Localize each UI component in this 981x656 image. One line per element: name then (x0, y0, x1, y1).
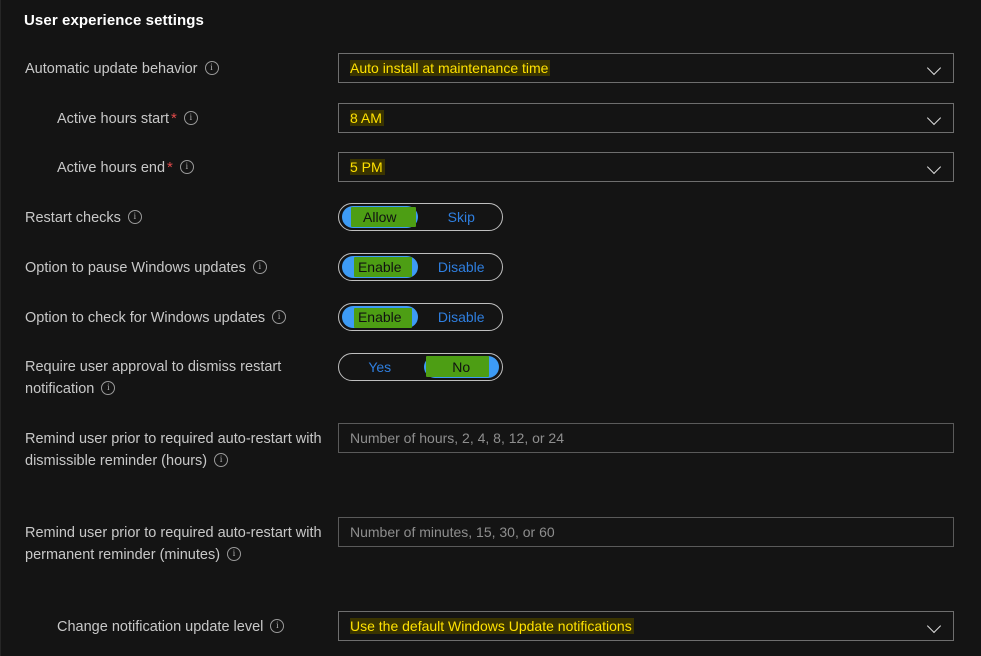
label-text: Option to pause Windows updates (25, 260, 246, 276)
page-title: User experience settings (24, 12, 204, 29)
info-circle-icon[interactable] (183, 111, 198, 125)
toggle-require-user-approval[interactable]: Yes No (338, 353, 503, 381)
label-restart-checks: Restart checks (25, 207, 325, 229)
segment-label: Disable (437, 259, 485, 275)
chevron-down-icon (927, 60, 943, 76)
toggle-option-to-check-for-windows-updates[interactable]: Enable Disable (338, 303, 503, 331)
label-text: Active hours end (57, 160, 166, 176)
info-circle-icon[interactable] (127, 210, 142, 224)
segment-option-skip[interactable]: Skip (424, 206, 500, 228)
segment-option-disable[interactable]: Disable (424, 306, 500, 328)
dropdown-value: Auto install at maintenance time (350, 60, 927, 76)
toggle-restart-checks[interactable]: Allow Skip (338, 203, 503, 231)
dropdown-change-notification-update-level[interactable]: Use the default Windows Update notificat… (338, 611, 954, 641)
input-remind-user-permanent-reminder-minutes[interactable]: Number of minutes, 15, 30, or 60 (338, 517, 954, 547)
info-circle-icon[interactable] (179, 160, 194, 174)
dropdown-value: Use the default Windows Update notificat… (350, 618, 927, 634)
info-circle-icon[interactable] (227, 547, 242, 561)
dropdown-value-text: Auto install at maintenance time (350, 60, 549, 76)
segment-label: Yes (368, 359, 392, 375)
segment-label: Enable (357, 309, 402, 325)
input-remind-user-dismissible-reminder-hours[interactable]: Number of hours, 2, 4, 8, 12, or 24 (338, 423, 954, 453)
label-require-user-approval-to-dismiss-restart-notification: Require user approval to dismiss restart… (25, 356, 325, 400)
segment-label: Enable (357, 259, 402, 275)
segment-label: Skip (447, 209, 475, 225)
info-circle-icon[interactable] (272, 310, 287, 324)
info-circle-icon[interactable] (252, 260, 267, 274)
dropdown-value: 8 AM (350, 110, 927, 126)
segment-label: Allow (363, 209, 397, 225)
label-active-hours-start: Active hours start * (57, 108, 325, 130)
label-text: Remind user prior to required auto-resta… (25, 525, 322, 563)
info-circle-icon[interactable] (101, 381, 116, 395)
segment-label: Disable (437, 309, 485, 325)
label-change-notification-update-level: Change notification update level (57, 616, 325, 638)
dropdown-active-hours-start[interactable]: 8 AM (338, 103, 954, 133)
label-text: Restart checks (25, 210, 121, 226)
label-automatic-update-behavior: Automatic update behavior (25, 58, 325, 80)
dropdown-value-text: 8 AM (350, 110, 382, 126)
segment-option-enable[interactable]: Enable (342, 256, 418, 278)
segment-option-no[interactable]: No (423, 356, 499, 378)
info-circle-icon[interactable] (214, 453, 229, 467)
input-placeholder: Number of minutes, 15, 30, or 60 (350, 524, 555, 540)
segment-option-enable[interactable]: Enable (342, 306, 418, 328)
chevron-down-icon (927, 618, 943, 634)
label-text: Remind user prior to required auto-resta… (25, 431, 322, 469)
dropdown-value-text: 5 PM (350, 159, 383, 175)
label-option-to-check-for-windows-updates: Option to check for Windows updates (25, 307, 325, 329)
info-circle-icon[interactable] (204, 61, 219, 75)
label-text: Change notification update level (57, 619, 264, 635)
label-remind-user-dismissible-reminder-hours: Remind user prior to required auto-resta… (25, 428, 325, 472)
segment-option-disable[interactable]: Disable (424, 256, 500, 278)
label-text: Active hours start (57, 111, 170, 127)
input-placeholder: Number of hours, 2, 4, 8, 12, or 24 (350, 430, 565, 446)
dropdown-active-hours-end[interactable]: 5 PM (338, 152, 954, 182)
label-text: Option to check for Windows updates (25, 310, 266, 326)
user-experience-settings-panel: User experience settings Automatic updat… (0, 0, 981, 656)
required-marker: * (167, 159, 173, 176)
dropdown-value: 5 PM (350, 159, 927, 175)
toggle-option-to-pause-windows-updates[interactable]: Enable Disable (338, 253, 503, 281)
label-remind-user-permanent-reminder-minutes: Remind user prior to required auto-resta… (25, 522, 325, 566)
segment-label: No (452, 359, 471, 375)
chevron-down-icon (927, 110, 943, 126)
dropdown-automatic-update-behavior[interactable]: Auto install at maintenance time (338, 53, 954, 83)
label-text: Automatic update behavior (25, 61, 198, 77)
required-marker: * (171, 110, 177, 127)
label-text: Require user approval to dismiss restart… (25, 359, 282, 397)
label-active-hours-end: Active hours end * (57, 157, 325, 179)
segment-option-yes[interactable]: Yes (342, 356, 418, 378)
segment-option-allow[interactable]: Allow (342, 206, 418, 228)
chevron-down-icon (927, 159, 943, 175)
info-circle-icon[interactable] (270, 619, 285, 633)
label-option-to-pause-windows-updates: Option to pause Windows updates (25, 257, 325, 279)
dropdown-value-text: Use the default Windows Update notificat… (350, 618, 632, 634)
